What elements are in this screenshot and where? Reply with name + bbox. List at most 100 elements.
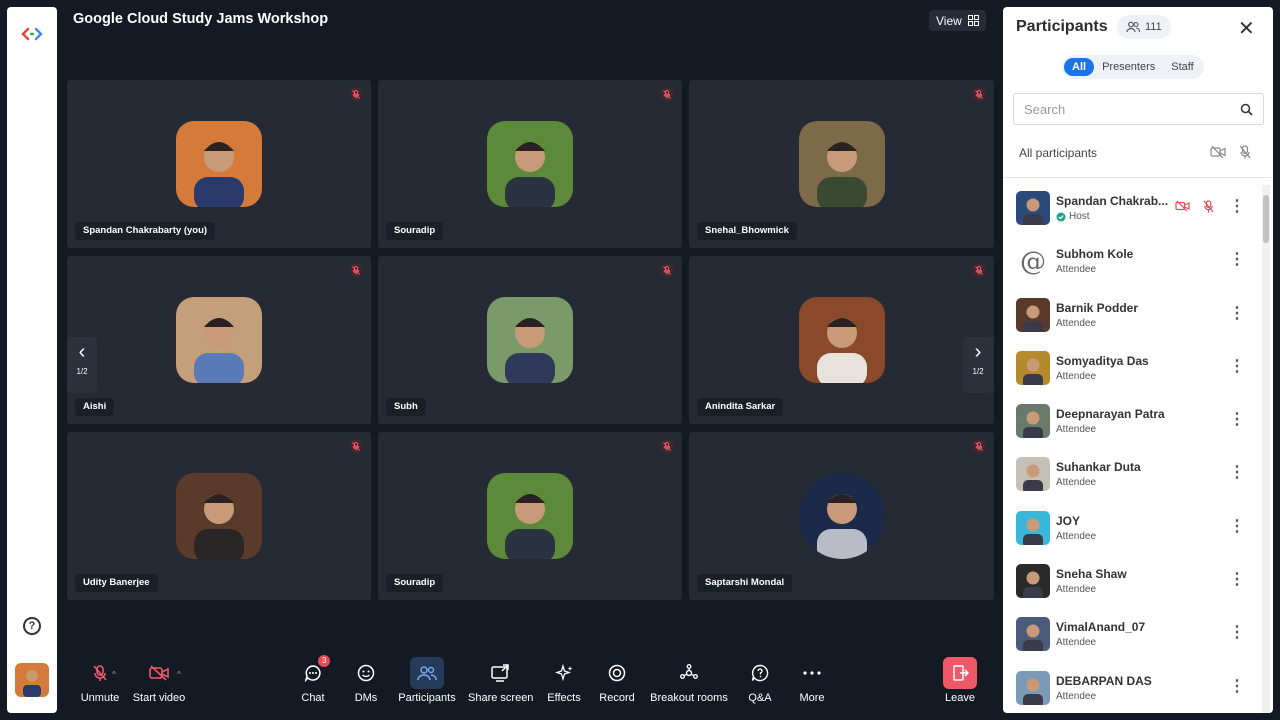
panel-title: Participants — [1016, 18, 1108, 35]
kebab-menu-icon[interactable]: ⋮ — [1229, 676, 1245, 696]
kebab-menu-icon[interactable]: ⋮ — [1229, 569, 1245, 589]
participant-row[interactable]: VimalAnand_07 Attendee ⋮ — [1003, 608, 1261, 661]
mic-muted-icon — [349, 87, 363, 101]
participant-row[interactable]: Sneha Shaw Attendee ⋮ — [1003, 555, 1261, 608]
video-tile[interactable]: Udity Banerjee — [67, 432, 371, 600]
video-tile[interactable]: Aishi — [67, 256, 371, 424]
people-icon — [1126, 21, 1140, 33]
participant-count-badge: 111 — [1117, 15, 1171, 39]
participant-role-label: Attendee — [1056, 637, 1097, 649]
chat-button[interactable]: 3 Chat — [298, 655, 331, 704]
help-icon[interactable]: ? — [23, 617, 41, 635]
search-field[interactable]: Search — [1013, 93, 1264, 125]
mic-off-icon[interactable] — [1202, 200, 1215, 213]
kebab-menu-icon[interactable]: ⋮ — [1229, 462, 1245, 482]
previous-page-button[interactable]: ‹ 1/2 — [67, 337, 97, 393]
mic-options-chevron-up-icon[interactable]: ^ — [112, 670, 116, 679]
people-icon — [417, 666, 437, 681]
participant-avatar — [1016, 457, 1050, 492]
video-tile[interactable]: Snehal_Bhowmick — [689, 80, 994, 248]
video-tile[interactable]: Anindita Sarkar — [689, 256, 994, 424]
video-options-chevron-up-icon[interactable]: ^ — [177, 670, 181, 679]
video-tile[interactable]: Souradip — [378, 432, 682, 600]
meeting-title: Google Cloud Study Jams Workshop — [73, 11, 329, 27]
kebab-menu-icon[interactable]: ⋮ — [1229, 622, 1245, 642]
tab-presenters[interactable]: Presenters — [1094, 58, 1163, 76]
participant-list-scrollbar[interactable] — [1262, 185, 1270, 713]
mic-muted-icon — [660, 263, 674, 277]
app-logo-icon[interactable] — [21, 27, 43, 41]
mic-muted-icon — [660, 87, 674, 101]
kebab-menu-icon[interactable]: ⋮ — [1229, 249, 1245, 269]
participant-avatar — [798, 121, 885, 207]
participant-role: Attendee — [1056, 637, 1096, 648]
more-button[interactable]: More — [796, 657, 828, 704]
mic-off-icon — [93, 665, 107, 681]
chevron-right-icon: › — [974, 341, 982, 363]
participants-label: Participants — [398, 692, 456, 704]
video-tile[interactable]: Subh — [378, 256, 682, 424]
participant-row[interactable]: Suhankar Duta Attendee ⋮ — [1003, 448, 1261, 501]
participant-row[interactable]: Somyaditya Das Attendee ⋮ — [1003, 342, 1261, 395]
kebab-menu-icon[interactable]: ⋮ — [1229, 303, 1245, 323]
participant-role: Attendee — [1056, 477, 1096, 488]
all-participants-label: All participants — [1019, 146, 1098, 160]
participant-avatar: @ — [1016, 244, 1050, 279]
record-button[interactable]: Record — [598, 657, 636, 704]
video-off-icon[interactable] — [1175, 200, 1190, 212]
participant-avatar — [1016, 617, 1050, 652]
kebab-menu-icon[interactable]: ⋮ — [1229, 356, 1245, 376]
participant-row[interactable]: DEBARPAN DAS Attendee ⋮ — [1003, 662, 1261, 713]
kebab-menu-icon[interactable]: ⋮ — [1229, 196, 1245, 216]
dms-button[interactable]: DMs — [351, 657, 381, 704]
leave-button[interactable]: Leave — [943, 657, 977, 704]
participant-row[interactable]: Deepnarayan Patra Attendee ⋮ — [1003, 395, 1261, 448]
participant-avatar — [1016, 670, 1050, 705]
participant-name-label: Souradip — [386, 574, 444, 592]
participant-role-label: Host — [1069, 211, 1090, 222]
participant-list: Spandan Chakrab... Host ⋮ @ Subhom Kole Atten… — [1003, 182, 1261, 713]
participant-row[interactable]: JOY Attendee ⋮ — [1003, 502, 1261, 555]
grid-icon — [967, 15, 979, 26]
participant-row[interactable]: Spandan Chakrab... Host ⋮ — [1003, 182, 1261, 235]
chat-unread-badge: 3 — [318, 655, 331, 667]
video-off-icon — [149, 665, 169, 681]
participant-name: Sneha Shaw — [1056, 567, 1127, 582]
sparkle-icon — [554, 664, 573, 682]
qa-button[interactable]: Q&A — [745, 657, 775, 704]
view-button[interactable]: View — [929, 10, 986, 31]
participant-role: Attendee — [1056, 584, 1096, 595]
participants-button[interactable]: Participants — [398, 657, 456, 704]
tab-staff[interactable]: Staff — [1163, 58, 1201, 76]
video-off-all-icon[interactable] — [1210, 145, 1226, 159]
mute-all-icon[interactable] — [1238, 145, 1252, 159]
participant-row[interactable]: @ Subhom Kole Attendee ⋮ — [1003, 235, 1261, 288]
video-tile[interactable]: Saptarshi Mondal — [689, 432, 994, 600]
kebab-menu-icon[interactable]: ⋮ — [1229, 409, 1245, 429]
participant-row[interactable]: Barnik Podder Attendee ⋮ — [1003, 289, 1261, 342]
video-tile[interactable]: Souradip — [378, 80, 682, 248]
participant-name-label: Udity Banerjee — [75, 574, 158, 592]
video-tile[interactable]: Spandan Chakrabarty (you) — [67, 80, 371, 248]
participant-role-label: Attendee — [1056, 477, 1097, 489]
dms-label: DMs — [354, 692, 378, 704]
participant-name: Subhom Kole — [1056, 247, 1134, 262]
qa-label: Q&A — [748, 692, 772, 704]
participant-name-label: Souradip — [386, 222, 444, 240]
close-icon[interactable]: ✕ — [1238, 16, 1255, 41]
mic-muted-icon — [349, 439, 363, 453]
share-screen-icon — [491, 664, 509, 682]
start-video-button[interactable]: Start video — [132, 657, 186, 704]
self-avatar[interactable] — [15, 663, 49, 697]
breakout-rooms-button[interactable]: Breakout rooms — [649, 657, 729, 704]
search-input[interactable]: Search — [1024, 102, 1065, 117]
next-page-button[interactable]: › 1/2 — [963, 337, 993, 393]
participant-avatar — [487, 121, 573, 207]
kebab-menu-icon[interactable]: ⋮ — [1229, 516, 1245, 536]
scrollbar-thumb[interactable] — [1263, 195, 1269, 243]
share-screen-button[interactable]: Share screen — [468, 657, 533, 704]
effects-button[interactable]: Effects — [546, 657, 582, 704]
tab-all[interactable]: All — [1064, 58, 1095, 76]
unmute-button[interactable]: Unmute — [78, 657, 122, 704]
chat-icon — [304, 665, 321, 682]
